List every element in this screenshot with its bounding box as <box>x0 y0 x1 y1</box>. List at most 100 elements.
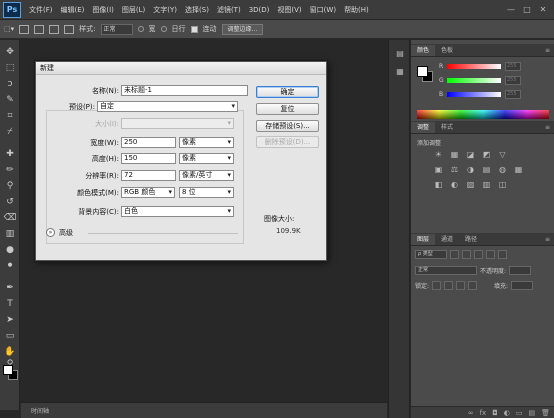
blur-tool-icon[interactable]: ● <box>3 244 17 256</box>
history-panel-icon[interactable]: ▤ <box>394 48 406 60</box>
menu-select[interactable]: 选择(S) <box>181 5 213 15</box>
slider-b[interactable]: B 255 <box>439 90 521 99</box>
photo-filter-icon[interactable]: ▤ <box>481 164 492 175</box>
tab-swatches[interactable]: 色板 <box>435 45 459 56</box>
slider-b-track[interactable] <box>447 92 501 97</box>
preset-select[interactable]: 自定 <box>97 101 238 112</box>
menu-filter[interactable]: 滤镜(T) <box>213 5 245 15</box>
eyedropper-tool-icon[interactable]: ⌿ <box>3 126 17 138</box>
radio-1[interactable] <box>137 26 144 32</box>
tab-paths[interactable]: 路径 <box>459 234 483 245</box>
menu-edit[interactable]: 编辑(E) <box>57 5 89 15</box>
path-select-tool-icon[interactable]: ➤ <box>3 314 17 326</box>
menu-window[interactable]: 窗口(W) <box>306 5 340 15</box>
vibrance-icon[interactable]: ▽ <box>497 149 508 160</box>
dodge-tool-icon[interactable]: ⚫ <box>3 260 17 272</box>
hand-tool-icon[interactable]: ✋ <box>3 346 17 358</box>
type-tool-icon[interactable]: T <box>3 298 17 310</box>
brush-tool-icon[interactable]: ✏ <box>3 164 17 176</box>
intersect-selection-icon[interactable] <box>64 24 75 34</box>
quick-select-tool-icon[interactable]: ✎ <box>3 94 17 106</box>
layer-filter-select[interactable]: ρ 类型 <box>415 250 447 259</box>
lasso-tool-icon[interactable]: ↄ <box>3 78 17 90</box>
tab-layers[interactable]: 图层 <box>411 234 436 245</box>
posterize-icon[interactable]: ◐ <box>449 179 460 190</box>
threshold-icon[interactable]: ▨ <box>465 179 476 190</box>
delete-layer-icon[interactable]: 🗑 <box>541 409 550 417</box>
color-mode-select[interactable]: RGB 颜色 <box>121 187 175 198</box>
filter-shape-icon[interactable] <box>486 250 495 259</box>
slider-r-track[interactable] <box>447 64 501 69</box>
width-input[interactable]: 250 <box>121 137 176 148</box>
menu-type[interactable]: 文字(Y) <box>149 5 181 15</box>
refine-edge-button[interactable]: 调整边缘... <box>221 23 264 35</box>
ok-button[interactable]: 确定 <box>256 86 319 98</box>
slider-g-value[interactable]: 255 <box>505 76 521 85</box>
new-selection-icon[interactable] <box>19 24 30 34</box>
advanced-toggle-icon[interactable]: » <box>46 228 55 237</box>
lock-all-icon[interactable] <box>468 281 478 290</box>
height-unit-select[interactable]: 像素 <box>179 153 234 164</box>
radio-2[interactable] <box>160 26 167 32</box>
foreground-color-swatch[interactable] <box>3 365 13 375</box>
resolution-unit-select[interactable]: 像素/英寸 <box>179 170 234 181</box>
color-balance-icon[interactable]: ⚖ <box>449 164 460 175</box>
menu-help[interactable]: 帮助(H) <box>340 5 373 15</box>
filter-type-icon[interactable] <box>474 250 483 259</box>
healing-brush-tool-icon[interactable]: ✚ <box>3 148 17 160</box>
panel-menu-icon[interactable]: ≡ <box>545 45 554 56</box>
panel-menu-icon[interactable]: ≡ <box>545 122 554 133</box>
menu-image[interactable]: 图像(I) <box>88 5 118 15</box>
menu-view[interactable]: 视图(V) <box>273 5 305 15</box>
add-selection-icon[interactable] <box>34 24 45 34</box>
subtract-selection-icon[interactable] <box>49 24 60 34</box>
tab-color[interactable]: 颜色 <box>411 45 436 56</box>
slider-g-track[interactable] <box>447 78 501 83</box>
slider-r-value[interactable]: 255 <box>505 62 521 71</box>
tab-adjustments[interactable]: 调整 <box>411 122 436 133</box>
lock-position-icon[interactable] <box>456 281 466 290</box>
filter-pixel-icon[interactable] <box>450 250 459 259</box>
marquee-tool-icon[interactable]: ⬚▾ <box>4 25 14 33</box>
new-layer-icon[interactable]: ▤ <box>528 409 535 417</box>
clone-stamp-tool-icon[interactable]: ⚲ <box>3 180 17 192</box>
menu-file[interactable]: 文件(F) <box>25 5 57 15</box>
blend-mode-select[interactable]: 正常 <box>415 266 477 275</box>
close-icon[interactable]: ✕ <box>538 5 548 14</box>
levels-icon[interactable]: ▦ <box>449 149 460 160</box>
style-select[interactable]: 正常 <box>100 23 133 35</box>
bit-depth-select[interactable]: 8 位 <box>179 187 234 198</box>
link-layers-icon[interactable]: ∞ <box>468 409 474 417</box>
slider-g[interactable]: G 255 <box>439 76 521 85</box>
tab-channels[interactable]: 通道 <box>435 234 459 245</box>
minimize-icon[interactable]: — <box>506 5 516 14</box>
filter-adjust-icon[interactable] <box>462 250 471 259</box>
eraser-tool-icon[interactable]: ⌫ <box>3 212 17 224</box>
timeline-tab[interactable]: 时间轴 <box>31 406 49 415</box>
adjustment-layer-icon[interactable]: ◐ <box>504 409 510 417</box>
history-brush-tool-icon[interactable]: ↺ <box>3 196 17 208</box>
selective-color-icon[interactable]: ◫ <box>497 179 508 190</box>
color-lookup-icon[interactable]: ▦ <box>513 164 524 175</box>
background-select[interactable]: 白色 <box>121 206 234 217</box>
layer-mask-icon[interactable]: ◘ <box>492 409 498 417</box>
restore-icon[interactable]: □ <box>522 5 532 14</box>
pen-tool-icon[interactable]: ✒ <box>3 282 17 294</box>
panel-menu-icon[interactable]: ≡ <box>545 234 554 245</box>
curves-icon[interactable]: ◪ <box>465 149 476 160</box>
opacity-input[interactable] <box>509 266 532 275</box>
anti-alias-checkbox[interactable] <box>190 25 198 33</box>
move-tool-icon[interactable]: ✥ <box>3 46 17 58</box>
crop-tool-icon[interactable]: ⌗ <box>3 110 17 122</box>
resolution-input[interactable]: 72 <box>121 170 176 181</box>
invert-icon[interactable]: ◧ <box>433 179 444 190</box>
tab-styles[interactable]: 样式 <box>435 122 459 133</box>
rectangle-tool-icon[interactable]: ▭ <box>3 330 17 342</box>
slider-r[interactable]: R 255 <box>439 62 521 71</box>
brightness-icon[interactable]: ☀ <box>433 149 444 160</box>
name-input[interactable]: 未标题-1 <box>121 85 248 96</box>
gradient-tool-icon[interactable]: ▥ <box>3 228 17 240</box>
exposure-icon[interactable]: ◩ <box>481 149 492 160</box>
new-group-icon[interactable]: ▭ <box>516 409 523 417</box>
lock-pixels-icon[interactable] <box>444 281 454 290</box>
